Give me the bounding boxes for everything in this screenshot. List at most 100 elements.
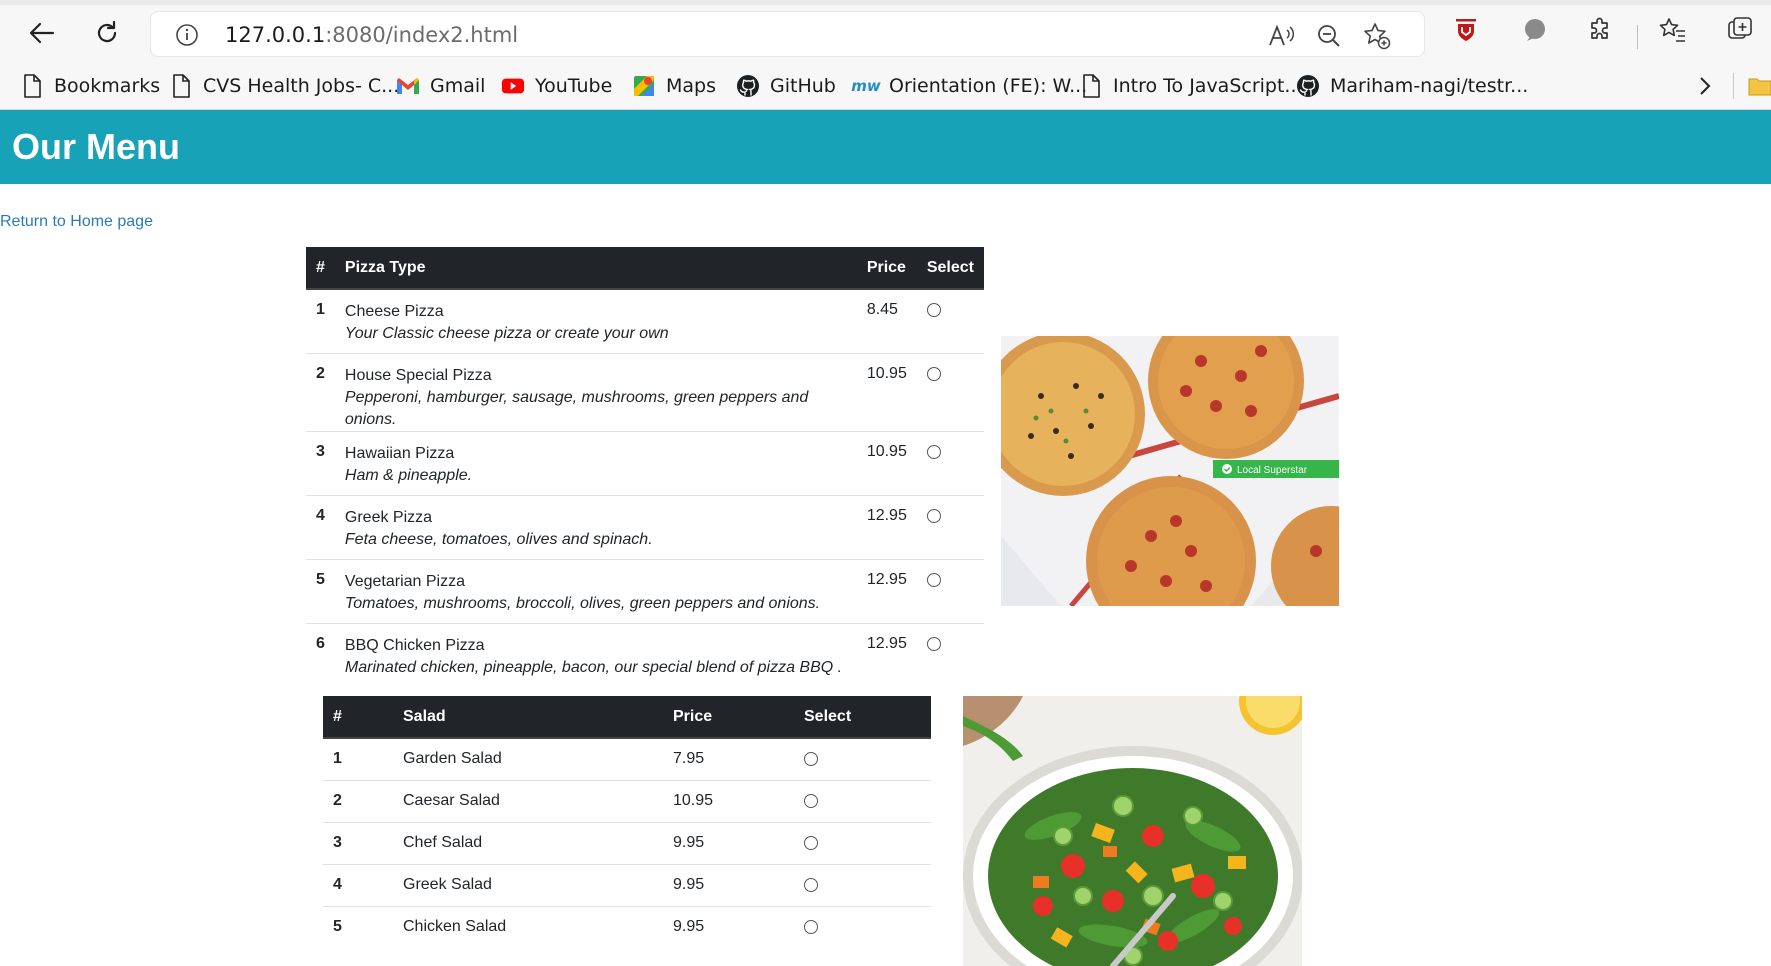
bookmark-item[interactable]: GitHub bbox=[736, 71, 836, 101]
maps-icon bbox=[632, 74, 656, 98]
return-home-link[interactable]: Return to Home page bbox=[0, 213, 153, 231]
select-cell bbox=[916, 431, 984, 496]
bookmark-item[interactable]: Gmail bbox=[396, 71, 485, 101]
select-cell bbox=[794, 906, 931, 948]
column-header-price: Price bbox=[856, 247, 917, 290]
salad-photo bbox=[963, 696, 1302, 966]
bookmark-item[interactable]: YouTube bbox=[501, 71, 612, 101]
row-number: 5 bbox=[306, 559, 335, 624]
pizza-price: 10.95 bbox=[856, 353, 917, 432]
pizza-cell: Cheese Pizza Your Classic cheese pizza or… bbox=[334, 289, 857, 354]
youtube-icon bbox=[501, 74, 525, 98]
url-text[interactable]: 127.0.0.1:8080/index2.html bbox=[225, 23, 518, 47]
pizza-select-radio[interactable] bbox=[926, 303, 941, 317]
salad-select-radio[interactable] bbox=[804, 835, 818, 850]
pizza-price: 12.95 bbox=[866, 634, 907, 652]
bookmark-item[interactable]: Maps bbox=[632, 71, 716, 101]
select-cell bbox=[794, 822, 931, 865]
pizza-cell: BBQ Chicken Pizza Marinated chicken, pine… bbox=[335, 623, 857, 687]
pizza-price: 12.95 bbox=[856, 495, 917, 560]
add-favorite-icon[interactable] bbox=[1363, 22, 1391, 50]
pizza-price: 12.95 bbox=[856, 559, 917, 624]
github-icon bbox=[736, 74, 760, 98]
table-row: 3 Chef Salad 9.95 bbox=[323, 822, 931, 865]
pizza-select-radio[interactable] bbox=[926, 366, 941, 381]
select-cell bbox=[794, 780, 931, 823]
folder-icon bbox=[1748, 78, 1771, 96]
table-row: 5 Chicken Salad 9.95 bbox=[323, 906, 931, 948]
site-info-icon[interactable] bbox=[175, 23, 199, 47]
chevron-right-icon bbox=[1700, 77, 1711, 95]
bookmark-label: GitHub bbox=[770, 75, 836, 97]
mcafee-extension-icon[interactable] bbox=[1451, 15, 1481, 45]
pizza-name: Hawaiian Pizza bbox=[344, 444, 455, 462]
pizza-cell: Greek Pizza Feta cheese, tomatoes, olives… bbox=[334, 495, 857, 560]
pizza-name: Greek Pizza bbox=[344, 508, 433, 526]
pizza-description: Feta cheese, tomatoes, olives and spinac… bbox=[344, 530, 653, 548]
salad-name: Chef Salad bbox=[393, 822, 663, 865]
page-icon bbox=[1079, 74, 1103, 98]
pizza-select-radio[interactable] bbox=[926, 636, 941, 651]
extensions-puzzle-icon[interactable] bbox=[1585, 15, 1615, 45]
salad-select-radio[interactable] bbox=[804, 752, 818, 766]
salad-select-radio[interactable] bbox=[804, 877, 818, 892]
extension-bubble-icon[interactable] bbox=[1520, 15, 1550, 45]
row-number: 5 bbox=[333, 917, 342, 935]
page-content: Our Menu Return to Home page # Pizza Typ… bbox=[0, 110, 1771, 966]
bookmark-item[interactable]: mw Orientation (FE): W... bbox=[851, 71, 1087, 101]
reload-icon bbox=[97, 20, 117, 43]
salad-name: Caesar Salad bbox=[393, 780, 663, 823]
zoom-out-icon[interactable] bbox=[1315, 22, 1343, 50]
pizza-price: 8.45 bbox=[856, 289, 917, 354]
row-number: 6 bbox=[316, 634, 325, 652]
salad-name: Garden Salad bbox=[393, 738, 663, 781]
pizza-select-radio[interactable] bbox=[926, 508, 941, 523]
salad-select-radio[interactable] bbox=[804, 919, 818, 934]
arrow-left-icon bbox=[29, 22, 55, 44]
salad-price: 10.95 bbox=[663, 780, 794, 823]
pizza-price: 10.95 bbox=[856, 431, 917, 496]
select-cell bbox=[916, 353, 984, 432]
address-bar[interactable]: 127.0.0.1:8080/index2.html bbox=[150, 11, 1425, 57]
pizza-name: Vegetarian Pizza bbox=[344, 572, 465, 590]
bookmark-item[interactable]: CVS Health Jobs- C... bbox=[169, 71, 399, 101]
select-cell bbox=[917, 623, 984, 687]
table-row: 4 Greek Pizza Feta cheese, tomatoes, oliv… bbox=[306, 495, 984, 560]
select-cell bbox=[916, 559, 984, 624]
read-aloud-icon[interactable] bbox=[1267, 22, 1295, 50]
favorites-icon[interactable] bbox=[1658, 15, 1688, 45]
mw-icon: mw bbox=[851, 74, 881, 98]
column-header-salad: Salad bbox=[393, 696, 663, 739]
pizza-name: House Special Pizza bbox=[344, 366, 492, 384]
collections-icon[interactable] bbox=[1725, 15, 1755, 45]
table-header-row: # Pizza Type Price Select bbox=[306, 247, 984, 290]
row-number: 1 bbox=[323, 738, 393, 781]
more-bookmarks-button[interactable] bbox=[1698, 71, 1712, 101]
row-number: 4 bbox=[306, 495, 335, 560]
row-number: 2 bbox=[323, 780, 393, 823]
select-cell bbox=[794, 864, 931, 907]
local-superstar-badge: Local Superstar bbox=[1237, 465, 1308, 476]
reload-button[interactable] bbox=[89, 15, 125, 51]
other-favorites-folder[interactable] bbox=[1748, 71, 1771, 101]
salad-select-radio[interactable] bbox=[804, 793, 818, 808]
row-number: 4 bbox=[323, 864, 393, 907]
pizza-select-radio[interactable] bbox=[926, 572, 941, 587]
bookmark-item[interactable]: Intro To JavaScript... bbox=[1079, 71, 1303, 101]
bookmark-label: Maps bbox=[666, 75, 716, 97]
back-button[interactable] bbox=[24, 15, 60, 51]
column-header-number: # bbox=[323, 696, 393, 739]
pizza-select-radio[interactable] bbox=[926, 444, 941, 459]
salad-price: 9.95 bbox=[663, 822, 794, 865]
pizza-cell: Hawaiian Pizza Ham & pineapple. bbox=[334, 431, 857, 496]
pizza-cell: House Special Pizza Pepperoni, hamburger,… bbox=[334, 353, 857, 432]
select-cell bbox=[794, 738, 931, 781]
row-number: 1 bbox=[306, 289, 335, 354]
pizza-description: Marinated chicken, pineapple, bacon, our… bbox=[344, 658, 843, 676]
bookmark-item[interactable]: Bookmarks bbox=[20, 71, 160, 101]
mw-icon-label: mw bbox=[851, 77, 881, 95]
pizza-description: Your Classic cheese pizza or create your… bbox=[344, 325, 669, 342]
salad-price: 7.95 bbox=[663, 738, 794, 781]
bookmark-item[interactable]: Mariham-nagi/testr... bbox=[1296, 71, 1528, 101]
table-row: 1 Cheese Pizza Your Classic cheese pizza … bbox=[306, 289, 984, 354]
